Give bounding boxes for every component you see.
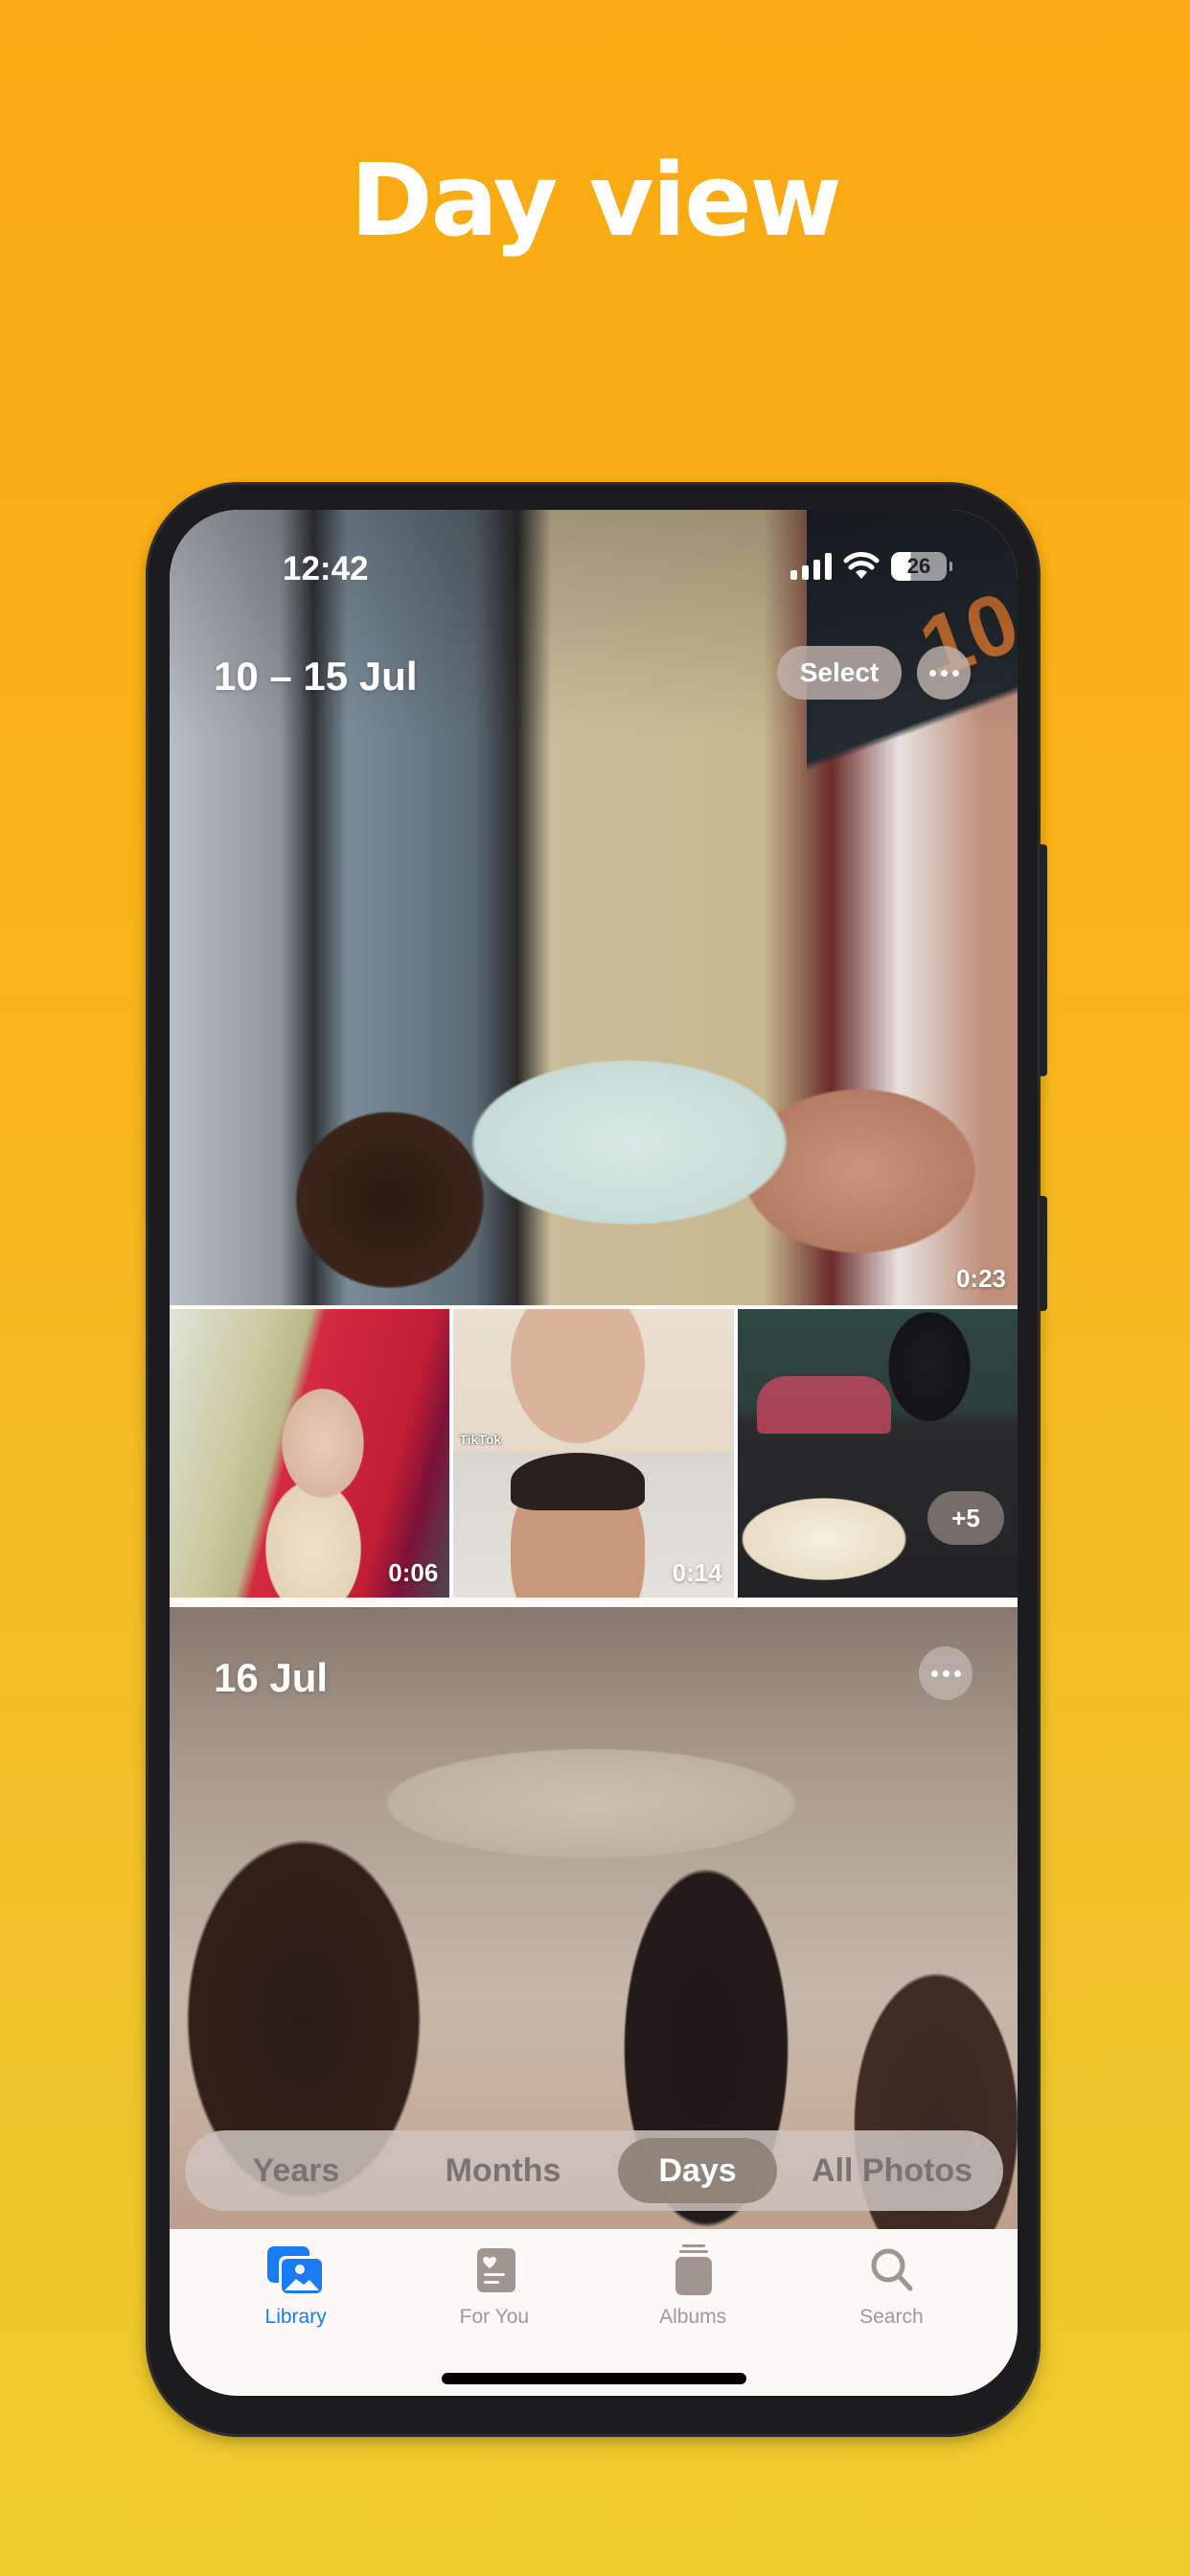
battery-icon: 26: [891, 552, 952, 581]
photo-thumbnail[interactable]: +5: [737, 1309, 1018, 1598]
tab-albums[interactable]: Albums: [606, 2229, 779, 2396]
tab-search[interactable]: Search: [805, 2229, 977, 2396]
photo-thumbnail[interactable]: 0:06: [170, 1309, 450, 1598]
tab-label: Search: [859, 2306, 924, 2328]
view-switcher: Years Months Days All Photos: [185, 2130, 1003, 2211]
section-date-title: 16 Jul: [214, 1655, 329, 1700]
photo-thumbnail[interactable]: TikTok 0:14: [453, 1309, 734, 1598]
tab-for-you[interactable]: For You: [408, 2229, 581, 2396]
side-button: [1040, 1196, 1047, 1311]
view-option-years[interactable]: Years: [193, 2138, 400, 2203]
side-button: [1040, 844, 1047, 1076]
tab-label: For You: [459, 2306, 530, 2328]
promo-title: Day view: [350, 142, 841, 259]
photo-detail: [756, 1376, 891, 1434]
more-photos-badge[interactable]: +5: [927, 1491, 1004, 1545]
select-button[interactable]: Select: [777, 646, 902, 700]
photo-library-icon: [266, 2246, 323, 2294]
for-you-icon: [476, 2248, 515, 2292]
thumbnail-row: 0:06 TikTok 0:14 +5: [170, 1309, 1018, 1598]
more-options-button[interactable]: [919, 1646, 973, 1700]
view-option-days[interactable]: Days: [618, 2138, 777, 2203]
tiktok-watermark: TikTok: [459, 1432, 502, 1447]
photo-gradient: [170, 510, 1018, 740]
status-time: 12:42: [283, 550, 369, 587]
ellipsis-icon: [930, 1669, 938, 1677]
phone-screen: 10 0:23 12:42 26 10 – 15 Jul Select 0:06…: [170, 510, 1018, 2396]
albums-icon: [675, 2244, 713, 2295]
more-options-button[interactable]: [917, 646, 971, 700]
view-option-months[interactable]: Months: [400, 2138, 606, 2203]
video-duration: 0:23: [955, 1264, 1006, 1293]
tab-label: Library: [264, 2306, 327, 2328]
status-icons: 26: [790, 552, 952, 581]
tab-library[interactable]: Library: [210, 2229, 382, 2396]
tab-label: Albums: [659, 2306, 727, 2328]
section-date-title: 10 – 15 Jul: [214, 654, 418, 699]
cellular-signal-icon: [790, 553, 832, 580]
wifi-icon: [843, 552, 880, 579]
home-indicator[interactable]: [442, 2373, 746, 2384]
ellipsis-icon: [928, 669, 936, 677]
video-duration: 0:06: [388, 1558, 439, 1587]
tab-bar: Library For You Albums Search: [170, 2229, 1018, 2396]
photo-detail: [511, 1309, 646, 1443]
section-hero-photo[interactable]: 10 0:23: [170, 510, 1018, 1305]
photo-detail: [511, 1453, 646, 1510]
search-icon: [871, 2248, 913, 2291]
view-option-all-photos[interactable]: All Photos: [789, 2138, 995, 2203]
video-duration: 0:14: [672, 1558, 722, 1587]
